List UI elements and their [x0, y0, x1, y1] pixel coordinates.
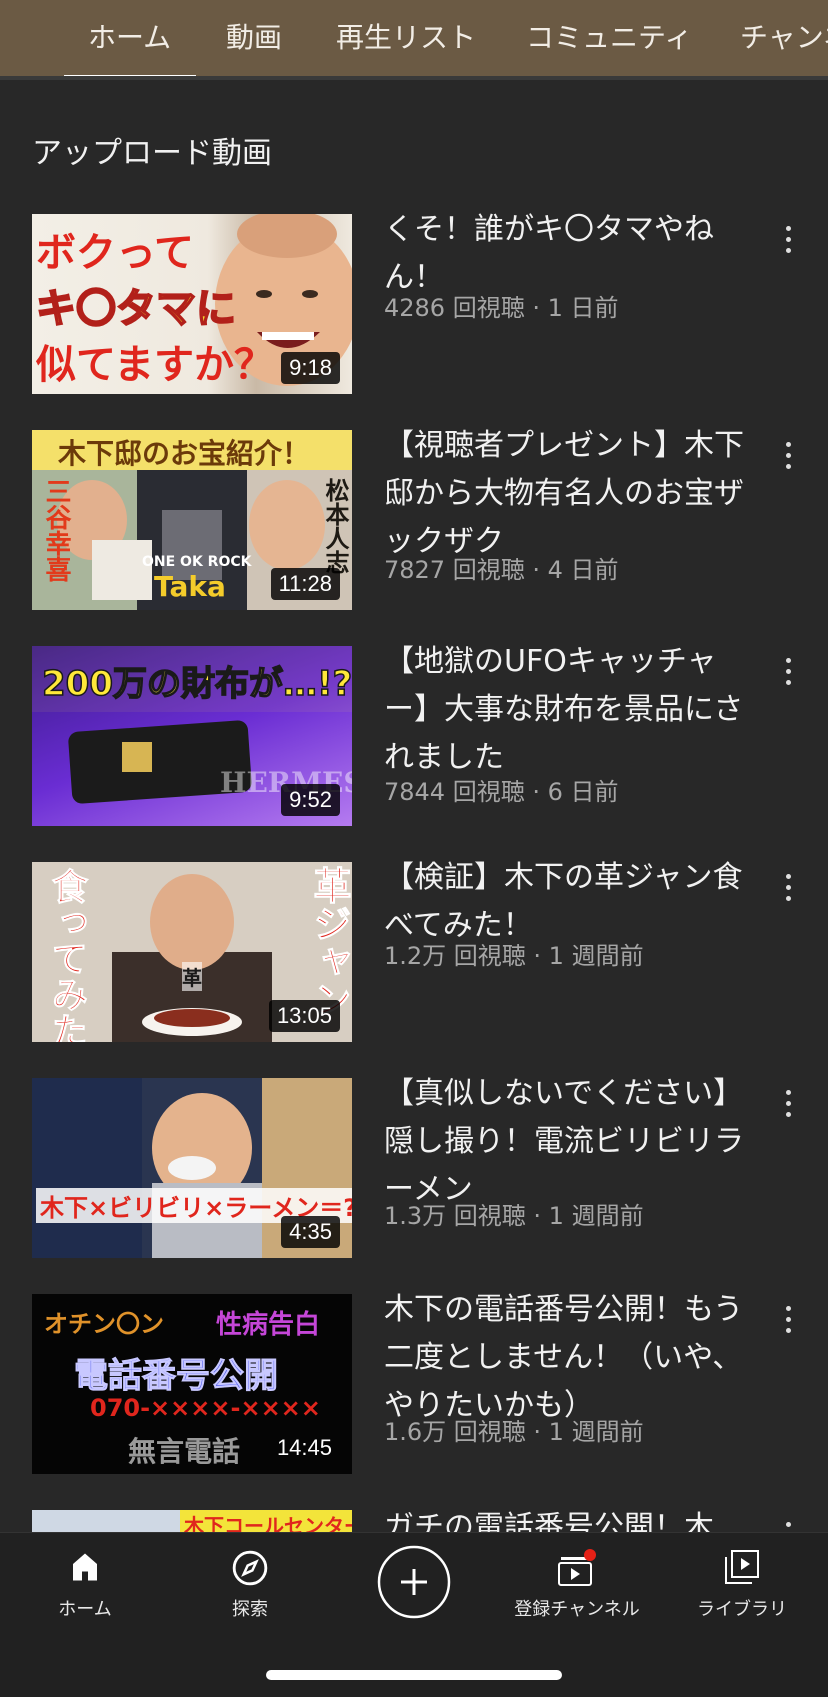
- video-title[interactable]: 【視聴者プレゼント】木下邸から大物有名人のお宝ザックザク: [384, 422, 744, 566]
- video-duration: 14:45: [276, 1435, 332, 1460]
- subscriptions-icon: [558, 1549, 596, 1586]
- video-title[interactable]: 【地獄のUFOキャッチャー】大事な財布を景品にされました: [384, 638, 744, 782]
- video-item[interactable]: 200万の財布が…!? HERMES 9:52 【地獄のUFOキャッチャー】大事…: [0, 644, 828, 836]
- video-title[interactable]: ガチの電話番号公開！木: [384, 1510, 744, 1532]
- nav-explore-label: 探索: [232, 1599, 268, 1620]
- thumbnail-caption: 革: [182, 962, 202, 991]
- video-title[interactable]: 【真似しないでください】隠し撮り！電流ビリビリラーメン: [384, 1070, 744, 1214]
- tab-videos[interactable]: 動画: [226, 16, 282, 56]
- video-thumbnail[interactable]: 木下邸のお宝紹介！ 三谷幸喜 ONE OK ROCK Taka 松本人志 11:…: [32, 430, 352, 610]
- more-options-icon[interactable]: [770, 650, 806, 694]
- tab-community[interactable]: コミュニティ: [526, 16, 692, 56]
- thumbnail-caption: Taka: [154, 570, 226, 603]
- video-duration: 9:18: [281, 352, 340, 384]
- video-thumbnail[interactable]: 木下×ビリビリ×ラーメン＝? 4:35: [32, 1078, 352, 1258]
- video-meta: 1.2万 回視聴 · 1 週間前: [384, 942, 644, 970]
- video-item[interactable]: 木下コールセンター ガチの電話番号公開！木: [0, 1510, 828, 1532]
- home-indicator[interactable]: [266, 1670, 562, 1680]
- more-options-icon[interactable]: [770, 218, 806, 262]
- video-meta: 1.6万 回視聴 · 1 週間前: [384, 1418, 644, 1446]
- create-plus-icon: [377, 1545, 451, 1619]
- video-item[interactable]: オチン〇ン 性病告白 電話番号公開 070-××××-×××× 無言電話 14:…: [0, 1292, 828, 1484]
- nav-subscriptions-label: 登録チャンネル: [514, 1599, 640, 1620]
- thumbnail-caption: オチン〇ン: [44, 1310, 164, 1338]
- thumbnail-caption: 性病告白: [216, 1310, 321, 1340]
- thumbnail-caption: 革ジャン: [307, 866, 352, 1019]
- tab-playlists[interactable]: 再生リスト: [336, 16, 476, 56]
- thumbnail-caption: 三谷幸喜: [41, 478, 71, 582]
- tab-home[interactable]: ホーム: [88, 16, 171, 56]
- video-meta: 7844 回視聴 · 6 日前: [384, 778, 619, 806]
- thumbnail-caption: 木下コールセンター: [180, 1510, 352, 1532]
- video-title[interactable]: 木下の電話番号公開！もう二度としません！（いや、やりたいかも）: [384, 1286, 744, 1430]
- tab-channels[interactable]: チャンネ: [740, 16, 828, 56]
- more-options-icon[interactable]: [770, 1298, 806, 1342]
- video-item[interactable]: ボクって キ〇タマに 似てますか？ 9:18 くそ！誰がキ〇タマやねん！ 428…: [0, 212, 828, 404]
- video-duration: 11:28: [270, 568, 340, 600]
- thumbnail-caption: 070-××××-××××: [90, 1394, 321, 1422]
- thumbnail-caption: 200万の財布が…!?: [41, 663, 352, 705]
- video-item[interactable]: 木下邸のお宝紹介！ 三谷幸喜 ONE OK ROCK Taka 松本人志 11:…: [0, 428, 828, 620]
- more-options-icon[interactable]: [770, 866, 806, 910]
- video-thumbnail[interactable]: 200万の財布が…!? HERMES 9:52: [32, 646, 352, 826]
- video-meta: 1.3万 回視聴 · 1 週間前: [384, 1202, 644, 1230]
- video-meta: 7827 回視聴 · 4 日前: [384, 556, 619, 584]
- thumbnail-caption: 電話番号公開: [74, 1356, 279, 1397]
- notification-dot: [584, 1549, 596, 1561]
- video-thumbnail[interactable]: 木下コールセンター: [32, 1510, 352, 1532]
- video-meta: 4286 回視聴 · 1 日前: [384, 294, 619, 322]
- tabbar-divider: [0, 76, 828, 80]
- library-icon: [725, 1550, 759, 1584]
- nav-explore[interactable]: 探索: [180, 1533, 320, 1633]
- nav-library-label: ライブラリ: [697, 1599, 787, 1620]
- more-options-icon[interactable]: [770, 1514, 806, 1532]
- nav-home-label: ホーム: [58, 1599, 112, 1620]
- nav-subscriptions[interactable]: 登録チャンネル: [507, 1533, 647, 1633]
- thumbnail-caption: 食ってみた: [46, 868, 88, 1043]
- thumbnail-caption: 松本人志: [321, 478, 349, 574]
- thumbnail-caption: 無言電話: [128, 1435, 241, 1468]
- video-item[interactable]: 木下×ビリビリ×ラーメン＝? 4:35 【真似しないでください】隠し撮り！電流ビ…: [0, 1076, 828, 1268]
- section-title: アップロード動画: [32, 136, 272, 171]
- video-item[interactable]: 食ってみた 革ジャン 革 13:05 【検証】木下の革ジャン食べてみた！ 1.2…: [0, 860, 828, 1052]
- channel-tab-bar: ホーム 動画 再生リスト コミュニティ チャンネ: [0, 0, 828, 80]
- more-options-icon[interactable]: [770, 1082, 806, 1126]
- video-thumbnail[interactable]: オチン〇ン 性病告白 電話番号公開 070-××××-×××× 無言電話 14:…: [32, 1294, 352, 1474]
- thumbnail-caption: 木下邸のお宝紹介！: [58, 437, 311, 470]
- video-thumbnail[interactable]: 食ってみた 革ジャン 革 13:05: [32, 862, 352, 1042]
- nav-home[interactable]: ホーム: [15, 1533, 155, 1633]
- thumbnail-caption: 似てますか？: [36, 342, 274, 388]
- thumbnail-caption: ONE OK ROCK: [142, 554, 252, 570]
- compass-icon: [232, 1550, 268, 1586]
- video-duration: 13:05: [268, 1000, 340, 1032]
- home-icon: [73, 1553, 97, 1581]
- video-duration: 4:35: [281, 1216, 340, 1248]
- nav-library[interactable]: ライブラリ: [672, 1533, 812, 1633]
- thumbnail-caption: ボクって: [36, 230, 194, 276]
- video-duration: 9:52: [281, 784, 340, 816]
- video-thumbnail[interactable]: ボクって キ〇タマに 似てますか？ 9:18: [32, 214, 352, 394]
- thumbnail-caption: キ〇タマに: [35, 285, 237, 333]
- nav-create[interactable]: [344, 1533, 484, 1633]
- more-options-icon[interactable]: [770, 434, 806, 478]
